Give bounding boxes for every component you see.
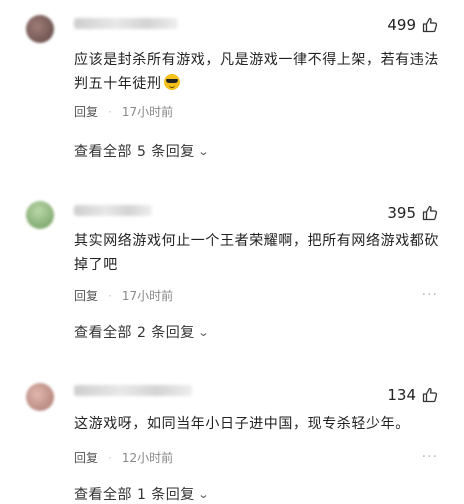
- comment-text: 其实网络游戏何止一个王者荣耀啊，把所有网络游戏都砍掉了吧: [74, 229, 444, 277]
- timestamp: 17小时前: [121, 105, 174, 119]
- view-replies-label: 查看全部 1 条回复: [74, 487, 195, 503]
- like-count: 499: [387, 16, 416, 34]
- comment-text-body: 其实网络游戏何止一个王者荣耀啊，把所有网络游戏都砍掉了吧: [74, 233, 439, 273]
- thumbs-up-icon: [422, 387, 438, 403]
- comment-meta: 回复 · 12小时前: [74, 449, 173, 466]
- thumbs-up-icon: [422, 17, 438, 33]
- more-dots-icon[interactable]: ···: [422, 287, 438, 303]
- like-button[interactable]: 499: [387, 16, 438, 34]
- comment-meta: 回复 · 17小时前: [74, 287, 173, 304]
- comment-text: 这游戏呀，如同当年小日子进中国，现专杀轻少年。: [74, 412, 444, 436]
- like-count: 395: [387, 204, 416, 222]
- like-button[interactable]: 395: [387, 204, 438, 222]
- comment-text-body: 应该是封杀所有游戏，凡是游戏一律不得上架，若有违法判五十年徒刑: [74, 52, 439, 92]
- avatar[interactable]: [26, 383, 54, 411]
- username-blurred[interactable]: [74, 385, 192, 396]
- view-all-replies-link[interactable]: 查看全部 5 条回复 ⌄: [74, 141, 209, 161]
- avatar[interactable]: [26, 201, 54, 229]
- timestamp: 17小时前: [121, 289, 174, 303]
- timestamp: 12小时前: [121, 451, 174, 465]
- username-blurred[interactable]: [74, 205, 152, 216]
- meta-separator: ·: [108, 104, 112, 119]
- comment-text-body: 这游戏呀，如同当年小日子进中国，现专杀轻少年。: [74, 416, 410, 432]
- like-count: 134: [387, 386, 416, 404]
- meta-separator: ·: [108, 288, 112, 303]
- reply-button[interactable]: 回复: [74, 103, 98, 120]
- comment-meta: 回复 · 17小时前: [74, 103, 173, 120]
- view-all-replies-link[interactable]: 查看全部 2 条回复 ⌄: [74, 322, 209, 342]
- like-button[interactable]: 134: [387, 386, 438, 404]
- chevron-down-icon: ⌄: [197, 144, 210, 158]
- chevron-down-icon: ⌄: [197, 325, 210, 339]
- chevron-down-icon: ⌄: [197, 487, 210, 501]
- reply-button[interactable]: 回复: [74, 287, 98, 304]
- thumbs-up-icon: [422, 205, 438, 221]
- reply-button[interactable]: 回复: [74, 449, 98, 466]
- sunglasses-emoji-icon: [163, 74, 180, 90]
- avatar[interactable]: [26, 15, 54, 43]
- more-dots-icon[interactable]: ···: [422, 449, 438, 465]
- username-blurred[interactable]: [74, 18, 178, 29]
- comment-text: 应该是封杀所有游戏，凡是游戏一律不得上架，若有违法判五十年徒刑: [74, 48, 444, 96]
- view-replies-label: 查看全部 2 条回复: [74, 325, 195, 341]
- meta-separator: ·: [108, 450, 112, 465]
- view-replies-label: 查看全部 5 条回复: [74, 144, 195, 160]
- view-all-replies-link[interactable]: 查看全部 1 条回复 ⌄: [74, 484, 209, 504]
